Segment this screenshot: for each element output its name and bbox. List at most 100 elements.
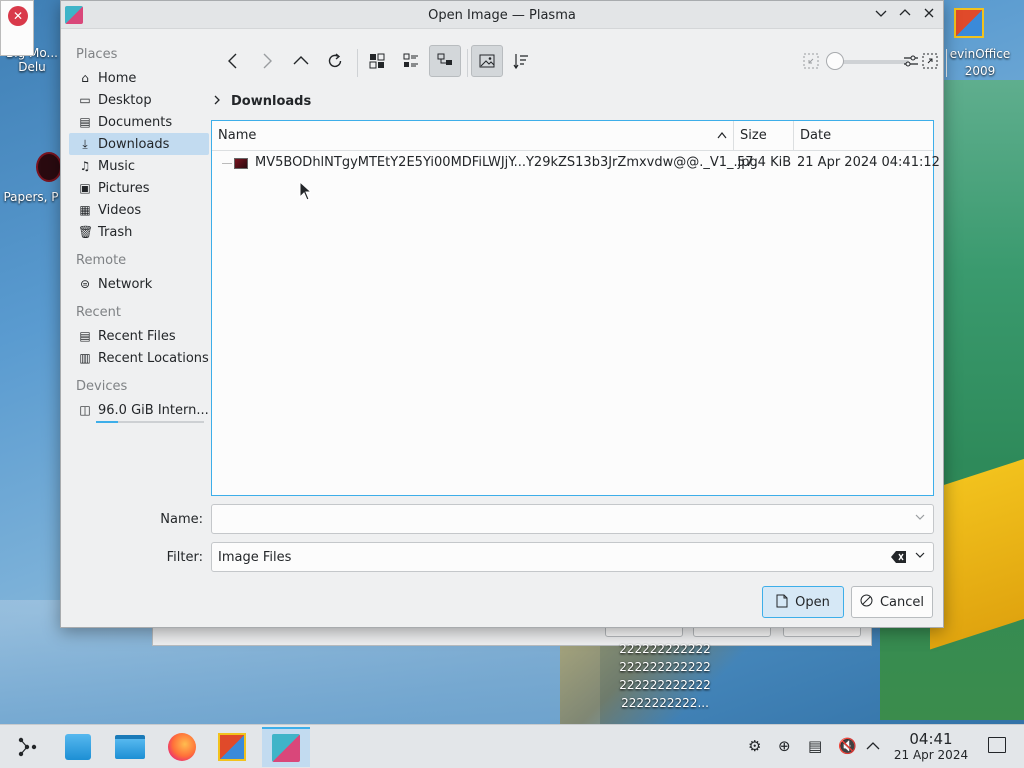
- tree-branch-line: [222, 163, 232, 164]
- toolbar-separator: [946, 49, 947, 77]
- background-text-line: 2222222222...: [621, 696, 709, 710]
- store-icon: [65, 734, 91, 760]
- plasma-app-icon: [272, 734, 300, 762]
- chevron-up-icon: [293, 56, 309, 65]
- clock-date: 21 Apr 2024: [893, 748, 969, 762]
- tray-expand-icon[interactable]: [866, 737, 880, 755]
- column-header-date[interactable]: Date: [794, 121, 934, 151]
- forward-button[interactable]: [251, 45, 283, 77]
- tree-view-button[interactable]: [429, 45, 461, 77]
- chevron-down-icon[interactable]: [915, 511, 925, 525]
- sidebar-item-desktop[interactable]: ▭ Desktop: [69, 89, 209, 111]
- places-panel: Places ⌂ Home ▭ Desktop ▤ Documents ⤓ Downlo…: [69, 41, 209, 423]
- places-section-title: Recent: [76, 305, 121, 320]
- reload-button[interactable]: [319, 45, 351, 77]
- office-icon[interactable]: [954, 8, 984, 38]
- zoom-slider-handle[interactable]: [826, 52, 844, 70]
- file-row[interactable]: MV5BODhlNTgyMTEtY2E5Yi00MDFiLWJjY...Y29k…: [212, 152, 940, 174]
- task-discover[interactable]: [56, 727, 100, 767]
- open-button[interactable]: Open: [762, 586, 844, 618]
- task-file-manager[interactable]: [108, 727, 152, 767]
- desktop-icon-evinoffice[interactable]: evinOffice 2009: [944, 46, 1016, 80]
- desktop-icon-label: Papers, P: [3, 190, 59, 204]
- sidebar-item-internal-drive[interactable]: ◫ 96.0 GiB Intern...: [69, 399, 209, 421]
- background-text-line: 222222222222: [619, 642, 711, 656]
- maximize-button[interactable]: [895, 5, 915, 25]
- name-label: Name:: [160, 512, 203, 527]
- filter-combobox[interactable]: Image Files: [211, 542, 934, 572]
- sidebar-item-label: 96.0 GiB Intern...: [98, 402, 209, 418]
- clear-icon[interactable]: [891, 550, 907, 568]
- cancel-button[interactable]: Cancel: [851, 586, 933, 618]
- taskbar: ⚙ ⊕ ▤ 🔇 04:41 21 Apr 2024: [0, 724, 1024, 768]
- sidebar-item-videos[interactable]: ▦ Videos: [69, 199, 209, 221]
- sidebar-item-music[interactable]: ♫ Music: [69, 155, 209, 177]
- file-date: 21 Apr 2024 04:41:12: [797, 155, 940, 170]
- show-desktop-button[interactable]: [988, 737, 1006, 753]
- sidebar-item-label: Desktop: [98, 92, 152, 108]
- file-list[interactable]: Name Size Date MV5BODhlNTgyMTEtY2E5Yi00M…: [211, 120, 940, 496]
- sidebar-item-pictures[interactable]: ▣ Pictures: [69, 177, 209, 199]
- close-icon[interactable]: ✕: [8, 6, 28, 26]
- settings-sliders-icon: [904, 55, 918, 67]
- column-header-name[interactable]: Name: [212, 121, 734, 151]
- chevron-right-icon: [263, 53, 272, 69]
- options-button[interactable]: [895, 45, 927, 77]
- minimize-button[interactable]: [871, 5, 891, 25]
- sort-button[interactable]: [505, 45, 537, 77]
- clock[interactable]: 04:41 21 Apr 2024: [890, 731, 972, 763]
- music-icon: ♫: [79, 159, 91, 173]
- drive-usage-fill: [96, 421, 118, 423]
- open-button-label: Open: [795, 594, 830, 610]
- sidebar-item-label: Videos: [98, 202, 142, 218]
- zoom-out-button[interactable]: [795, 45, 827, 77]
- close-button[interactable]: [919, 5, 939, 25]
- column-header-label: Size: [740, 128, 767, 143]
- sort-icon: [513, 54, 528, 70]
- sidebar-item-recent-files[interactable]: ▤ Recent Files: [69, 325, 209, 347]
- sidebar-item-label: Downloads: [98, 136, 170, 152]
- sidebar-item-downloads[interactable]: ⤓ Downloads: [69, 133, 209, 155]
- documents-icon: ▤: [79, 115, 91, 129]
- details-view-icon: [403, 53, 418, 67]
- preview-toggle-button[interactable]: [471, 45, 503, 77]
- papers-please-icon[interactable]: [36, 152, 62, 182]
- places-section-title: Devices: [76, 379, 128, 394]
- title-bar[interactable]: Open Image — Plasma: [61, 1, 943, 29]
- column-header-label: Name: [218, 128, 257, 143]
- filter-label: Filter:: [166, 550, 203, 565]
- sidebar-item-home[interactable]: ⌂ Home: [69, 67, 209, 89]
- sidebar-item-documents[interactable]: ▤ Documents: [69, 111, 209, 133]
- app-launcher-button[interactable]: [4, 727, 48, 767]
- column-header-size[interactable]: Size: [734, 121, 794, 151]
- recent-files-icon: ▤: [79, 329, 91, 343]
- task-open-image-dialog[interactable]: [262, 727, 310, 767]
- folder-icon: [115, 735, 145, 759]
- chevron-down-icon[interactable]: [915, 549, 925, 563]
- task-firefox[interactable]: [160, 727, 204, 767]
- task-office[interactable]: [210, 727, 254, 767]
- details-view-button[interactable]: [395, 45, 427, 77]
- breadcrumb-item[interactable]: Downloads: [231, 94, 311, 109]
- sidebar-item-label: Documents: [98, 114, 173, 130]
- sidebar-item-label: Pictures: [98, 180, 150, 196]
- sidebar-item-recent-locations[interactable]: ▥ Recent Locations: [69, 347, 209, 369]
- desktop-icon-papers-please[interactable]: Papers, P: [0, 190, 62, 204]
- volume-muted-icon[interactable]: 🔇: [838, 737, 857, 755]
- open-image-dialog: Open Image — Plasma Places ⌂ Home ▭ Deskto…: [60, 0, 947, 628]
- up-button[interactable]: [285, 45, 317, 77]
- breadcrumb[interactable]: Downloads: [213, 94, 311, 109]
- back-button[interactable]: [217, 45, 249, 77]
- icons-view-button[interactable]: [361, 45, 393, 77]
- sidebar-item-network[interactable]: ⊜ Network: [69, 273, 209, 295]
- file-size: 57.4 KiB: [737, 155, 792, 170]
- zoom-out-icon: [803, 53, 819, 69]
- network-manager-icon[interactable]: ⚙: [748, 737, 761, 755]
- background-text-line: 222222222222: [619, 678, 711, 692]
- name-field[interactable]: [211, 504, 934, 534]
- clipboard-icon[interactable]: ▤: [808, 737, 822, 755]
- open-file-icon: [776, 594, 788, 611]
- updates-icon[interactable]: ⊕: [778, 737, 791, 755]
- sidebar-item-trash[interactable]: 🗑 Trash: [69, 221, 209, 243]
- image-file-icon: [234, 158, 248, 169]
